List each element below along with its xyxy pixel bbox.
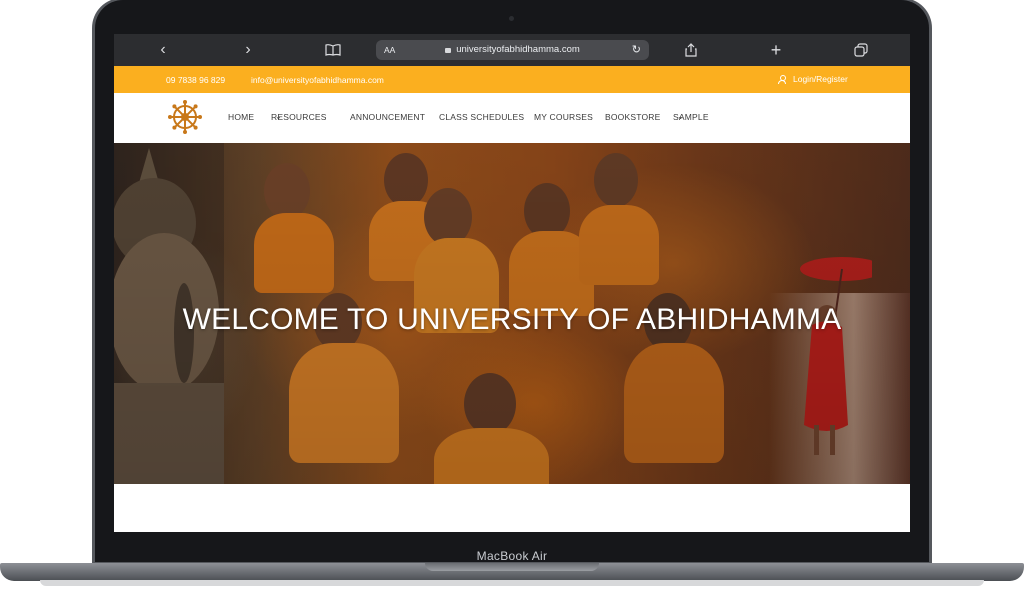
bookmarks-icon[interactable] — [321, 34, 345, 66]
tabs-icon[interactable] — [849, 34, 873, 66]
back-icon[interactable]: ‹ — [151, 34, 175, 66]
nav-label: BOOKSTORE — [605, 112, 661, 122]
webcam — [509, 16, 514, 21]
login-label: Login/Register — [793, 74, 848, 84]
laptop-notch — [425, 563, 599, 571]
contact-bar: 09 7838 96 829 info@universityofabhidham… — [114, 66, 910, 93]
phone-number[interactable]: 09 7838 96 829 — [166, 75, 225, 85]
nav-label: HOME — [228, 112, 255, 122]
dharma-wheel-icon[interactable] — [167, 99, 203, 135]
url-label: universityofabhidhamma.com — [456, 44, 580, 55]
lock-icon — [445, 48, 452, 53]
chevron-down-icon: ⌄ — [275, 112, 282, 121]
browser-toolbar: ‹ › AA universityofabhidhamma.com ↻ + — [114, 34, 910, 66]
new-tab-icon[interactable]: + — [764, 34, 788, 66]
chevron-down-icon: ⌄ — [677, 112, 684, 121]
laptop-shadow — [40, 580, 984, 586]
browser-screen: ‹ › AA universityofabhidhamma.com ↻ + 09… — [114, 34, 910, 532]
url-text: universityofabhidhamma.com — [376, 40, 649, 60]
hero-banner: WELCOME TO UNIVERSITY OF ABHIDHAMMA — [114, 143, 910, 484]
email-link[interactable]: info@universityofabhidhamma.com — [251, 75, 384, 85]
nav-label: MY COURSES — [534, 112, 593, 122]
share-icon[interactable] — [679, 34, 703, 66]
reload-icon[interactable]: ↻ — [632, 40, 641, 60]
main-navigation: HOME RESOURCES ⌄ ANNOUNCEMENT CLASS SCHED… — [114, 93, 910, 143]
nav-label: CLASS SCHEDULES — [439, 112, 525, 122]
user-icon — [778, 75, 786, 84]
device-label: MacBook Air — [476, 549, 548, 563]
login-register-link[interactable]: Login/Register — [778, 74, 848, 84]
hero-title: WELCOME TO UNIVERSITY OF ABHIDHAMMA — [182, 303, 842, 336]
address-bar[interactable]: AA universityofabhidhamma.com ↻ — [376, 40, 649, 60]
nav-label: ANNOUNCEMENT — [350, 112, 426, 122]
forward-icon[interactable]: › — [236, 34, 260, 66]
content-area — [114, 484, 910, 532]
